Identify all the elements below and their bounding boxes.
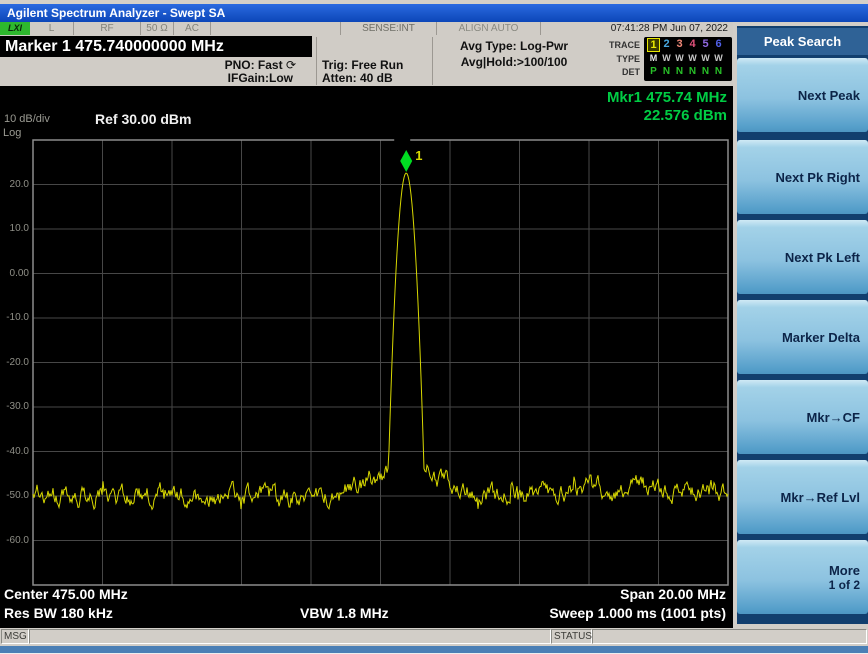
- trace-detector-indicator: N: [675, 66, 684, 77]
- y-axis-tick-label: -20.0: [6, 356, 29, 368]
- divider: [432, 37, 433, 85]
- y-axis-tick-label: 20.0: [9, 178, 29, 190]
- vbw-label: VBW 1.8 MHz: [300, 605, 389, 621]
- avg-type-setting: Avg Type: Log-Pwr: [460, 39, 568, 53]
- y-axis-tick-label: -30.0: [6, 401, 29, 412]
- type-row-label: TYPE: [616, 54, 640, 64]
- window-title: Agilent Spectrum Analyzer - Swept SA: [7, 6, 226, 20]
- status-seg-rf: RF: [73, 22, 140, 35]
- loop-arrow-icon: ⟳: [285, 58, 296, 72]
- softkey-label: Next Peak: [797, 87, 860, 103]
- bottom-blue-strip: [0, 646, 868, 653]
- spectrum-analyzer-window: Agilent Spectrum Analyzer - Swept SA LXI…: [0, 0, 868, 654]
- msg-label: MSG: [1, 629, 29, 644]
- window-title-bar: Agilent Spectrum Analyzer - Swept SA: [0, 4, 868, 22]
- trace-type-indicator: M: [649, 53, 658, 63]
- trace-type-indicator: W: [701, 53, 710, 63]
- softkey-next-pk-left[interactable]: Next Pk Left: [737, 220, 868, 294]
- marker-frequency-readout: Marker 1 475.740000000 MHz: [0, 36, 312, 57]
- trace-type-indicator: W: [675, 53, 684, 63]
- softkey-page-indicator: 1 of 2: [828, 577, 860, 592]
- softkey-label: Mkr→CF: [806, 409, 860, 425]
- trace-number-indicator: 5: [702, 38, 709, 50]
- trace-type-indicator: W: [688, 53, 697, 63]
- pno-setting: PNO: Fast ⟳: [224, 58, 296, 72]
- trace-indicator-box: 123456 MWWWWW PNNNNN: [644, 37, 732, 81]
- status-seg-impedance: 50 Ω: [140, 22, 173, 35]
- softkey-next-pk-right[interactable]: Next Pk Right: [737, 140, 868, 214]
- trace-digit-row: 123456: [647, 38, 731, 52]
- status-seg-ac: AC: [173, 22, 210, 35]
- softkey-marker-delta[interactable]: Marker Delta: [737, 300, 868, 374]
- trace-number-indicator: 1: [647, 38, 660, 52]
- y-axis-tick-label: -50.0: [6, 490, 29, 501]
- softkey-menu-title: Peak Search: [737, 28, 868, 55]
- softkey-mkr-to-ref-lvl[interactable]: Mkr→Ref Lvl: [737, 460, 868, 534]
- trace-number-indicator: 3: [676, 38, 683, 50]
- trace-number-indicator: 6: [715, 38, 722, 50]
- sweep-label: Sweep 1.000 ms (1001 pts): [549, 605, 726, 621]
- status-align: ALIGN AUTO: [436, 22, 540, 35]
- trace-row-label: TRACE: [609, 40, 640, 50]
- status-seg-l: L: [48, 23, 55, 34]
- softkey-label: Next Pk Right: [775, 169, 860, 185]
- softkey-label: Marker Delta: [781, 329, 860, 345]
- softkey-label: Next Pk Left: [784, 249, 860, 265]
- spectrum-display: Mkr1 475.74 MHz 22.576 dBm 10 dB/div Ref…: [0, 86, 733, 628]
- trace-detector-indicator: P: [650, 66, 657, 77]
- softkey-next-peak[interactable]: Next Peak: [737, 58, 868, 132]
- trace-detector-indicator: N: [688, 66, 697, 77]
- trace-type-indicator: W: [714, 53, 723, 63]
- softkey-mkr-to-cf[interactable]: Mkr→CF: [737, 380, 868, 454]
- det-row-label: DET: [622, 67, 640, 77]
- spectrum-plot: 1: [32, 138, 729, 586]
- trace-type-indicator: W: [662, 53, 671, 63]
- atten-setting: Atten: 40 dB: [322, 71, 393, 85]
- avg-hold-setting: Avg|Hold:>100/100: [460, 55, 568, 69]
- res-bw-label: Res BW 180 kHz: [4, 605, 113, 621]
- y-axis-tick-label: 10.0: [9, 223, 29, 234]
- softkey-label: Mkr→Ref Lvl: [780, 489, 860, 505]
- softkey-more[interactable]: More 1 of 2: [737, 540, 868, 614]
- trace-detector-indicator: N: [662, 66, 671, 77]
- lxi-badge-icon: LXI: [0, 22, 30, 35]
- y-axis-tick-label: -10.0: [6, 312, 29, 323]
- trace-number-indicator: 2: [663, 38, 670, 50]
- y-axis-tick-label: -40.0: [6, 445, 29, 457]
- center-freq-label: Center 475.00 MHz: [4, 586, 128, 602]
- trace-type-row: MWWWWW: [647, 53, 731, 67]
- status-seg-empty: [210, 22, 340, 35]
- msg-field: [29, 629, 551, 644]
- trace-detector-indicator: N: [701, 66, 710, 77]
- y-axis-tick-label: 0.00: [9, 267, 29, 279]
- softkey-label: More: [828, 562, 860, 578]
- trace-detector-indicator: N: [714, 66, 723, 77]
- softkey-menu: Peak Search Next Peak Next Pk Right Next…: [733, 22, 868, 628]
- divider: [316, 37, 317, 85]
- status-datetime: 07:41:28 PM Jun 07, 2022: [540, 22, 733, 35]
- status-field: [592, 629, 867, 644]
- status-sense: SENSE:INT: [340, 22, 436, 35]
- trace-det-row: PNNNNN: [647, 66, 731, 80]
- status-label: STATUS: [551, 629, 592, 644]
- svg-text:1: 1: [415, 148, 422, 163]
- trigger-setting: Trig: Free Run: [322, 58, 404, 72]
- y-axis-tick-label: -60.0: [6, 534, 29, 546]
- measurement-bar: Marker 1 475.740000000 MHz PNO: Fast ⟳ I…: [0, 36, 733, 86]
- bottom-status-bar: MSG STATUS: [0, 628, 868, 646]
- span-label: Span 20.00 MHz: [620, 586, 726, 602]
- ifgain-setting: IFGain:Low: [227, 71, 293, 85]
- trace-number-indicator: 4: [689, 38, 696, 50]
- status-strip: LXI L RF 50 Ω AC SENSE:INT ALIGN AUTO 07…: [0, 22, 733, 37]
